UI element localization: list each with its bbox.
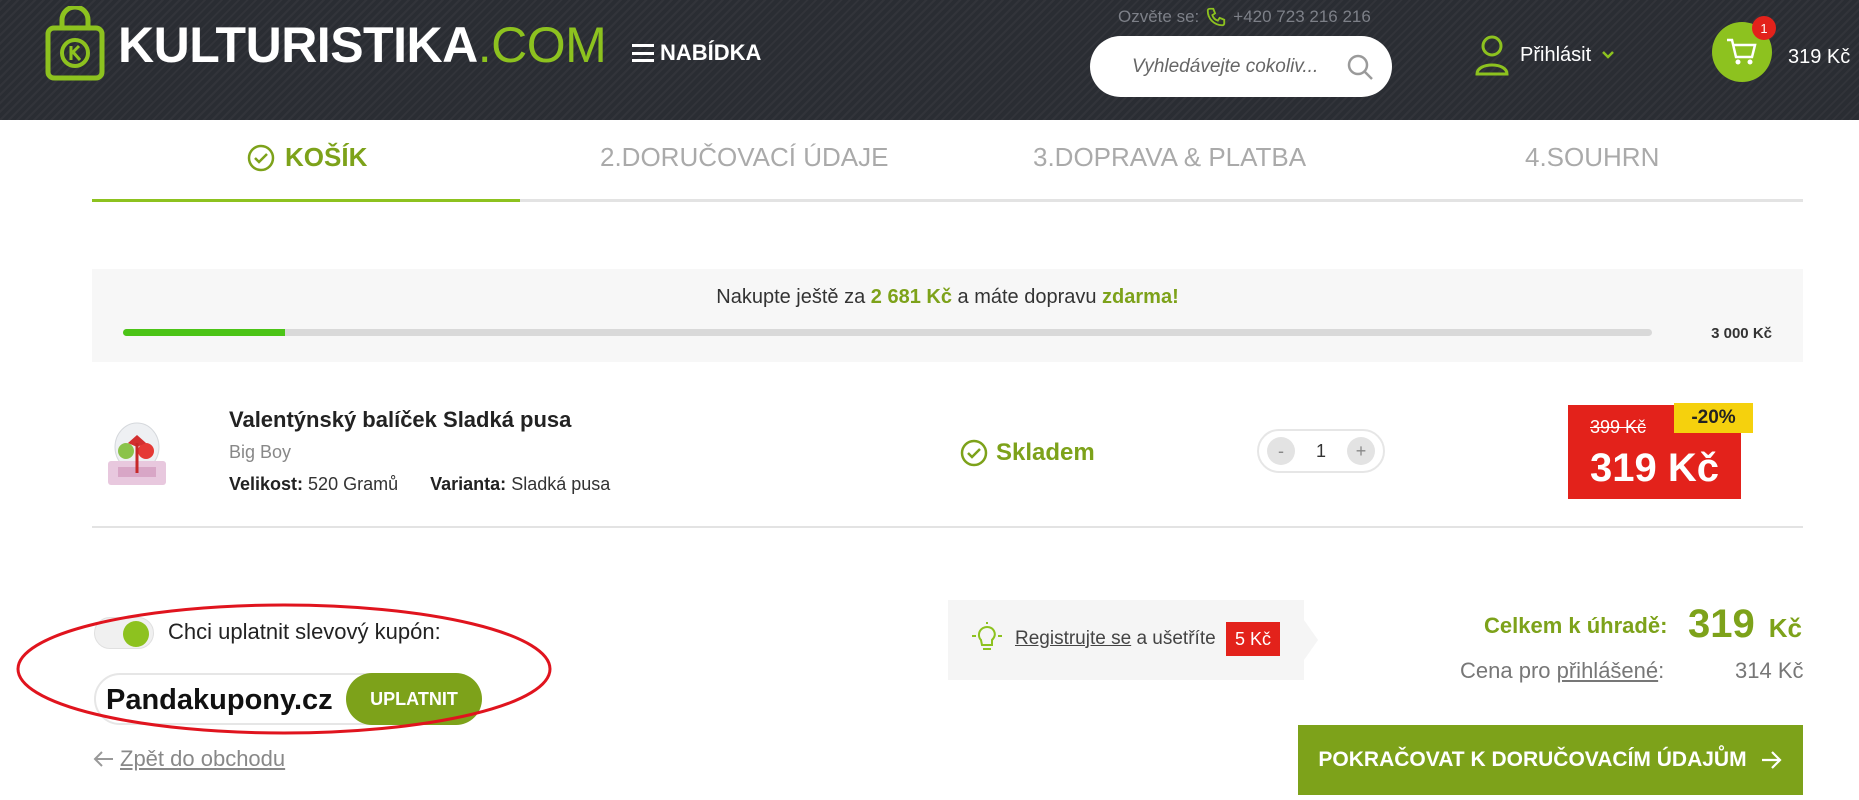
register-hint: Registrujte se a ušetříte 5 Kč bbox=[948, 600, 1304, 680]
cart-icon bbox=[1727, 38, 1757, 65]
total-amount: 319 Kč bbox=[1688, 602, 1802, 646]
search-input[interactable] bbox=[1132, 55, 1332, 78]
check-circle-icon bbox=[247, 144, 275, 171]
check-circle-icon bbox=[960, 439, 988, 467]
register-hint-pointer bbox=[1304, 620, 1318, 660]
sale-price: 319 Kč bbox=[1590, 446, 1719, 490]
arrow-left-icon bbox=[93, 751, 113, 767]
arrow-right-icon bbox=[1761, 751, 1782, 769]
search-box bbox=[1090, 36, 1392, 97]
step-cart[interactable]: KOŠÍK bbox=[247, 142, 367, 173]
product-brand: Big Boy bbox=[229, 442, 292, 462]
continue-to-delivery-button[interactable]: POKRAČOVAT K DORUČOVACÍM ÚDAJŮM bbox=[1298, 725, 1803, 795]
quantity-stepper: - 1 + bbox=[1257, 429, 1385, 473]
original-price: 399 Kč bbox=[1590, 417, 1647, 437]
product-attributes: Velikost: 520 Gramů Varianta: Sladká pus… bbox=[229, 474, 610, 495]
total-label: Celkem k úhradě: bbox=[1484, 613, 1668, 638]
login-label: Přihlásit bbox=[1520, 43, 1592, 66]
search-icon[interactable] bbox=[1346, 53, 1374, 81]
logged-in-link[interactable]: přihlášené bbox=[1557, 658, 1659, 683]
active-step-underline bbox=[92, 199, 520, 202]
register-link[interactable]: Registrujte se bbox=[1015, 628, 1131, 649]
cart-count-badge: 1 bbox=[1752, 16, 1776, 40]
step-shipping-payment[interactable]: 3.DOPRAVA & PLATBA bbox=[1033, 142, 1306, 173]
free-shipping-threshold: 3 000 Kč bbox=[1711, 325, 1772, 342]
free-shipping-panel: Nakupte ještě za 2 681 Kč a máte dopravu… bbox=[92, 269, 1803, 362]
register-text: Registrujte se a ušetříte bbox=[1015, 628, 1216, 649]
phone-contact: Ozvěte se: +420 723 216 216 bbox=[1118, 6, 1371, 28]
lightbulb-icon bbox=[972, 622, 1002, 650]
register-saving-badge: 5 Kč bbox=[1226, 622, 1280, 656]
chevron-down-icon bbox=[1602, 51, 1615, 59]
size-label: Velikost: bbox=[229, 474, 304, 494]
variant-label: Varianta: bbox=[430, 474, 507, 494]
free-shipping-progress bbox=[123, 329, 1652, 336]
product-name[interactable]: Valentýnský balíček Sladká pusa bbox=[229, 407, 571, 433]
site-logo[interactable]: KULTURISTIKA.COM bbox=[118, 16, 607, 74]
phone-number[interactable]: +420 723 216 216 bbox=[1233, 7, 1371, 27]
quantity-increase-button[interactable]: + bbox=[1346, 437, 1375, 465]
back-link-label: Zpět do obchodu bbox=[120, 746, 286, 771]
shopping-bag-logo-icon[interactable] bbox=[44, 6, 106, 82]
site-header: KULTURISTIKA.COM NABÍDKA Ozvěte se: +420… bbox=[0, 0, 1859, 120]
step-summary[interactable]: 4.SOUHRN bbox=[1525, 142, 1659, 173]
logged-price-label: Cena pro přihlášené: bbox=[1460, 658, 1665, 683]
quantity-decrease-button[interactable]: - bbox=[1267, 437, 1295, 465]
variant-value: Sladká pusa bbox=[511, 474, 611, 494]
cart-item: Valentýnský balíček Sladká pusa Big Boy … bbox=[92, 395, 1803, 528]
login-button[interactable]: Přihlásit bbox=[1474, 34, 1615, 76]
phone-icon bbox=[1207, 7, 1226, 27]
phone-prefix: Ozvěte se: bbox=[1118, 7, 1200, 26]
continue-label: POKRAČOVAT K DORUČOVACÍM ÚDAJŮM bbox=[1318, 748, 1747, 771]
annotation-ellipse bbox=[16, 603, 552, 735]
menu-label: NABÍDKA bbox=[660, 40, 762, 65]
step-delivery[interactable]: 2.DORUČOVACÍ ÚDAJE bbox=[600, 142, 888, 173]
size-value: 520 Gramů bbox=[308, 474, 399, 494]
back-to-shop-link[interactable]: Zpět do obchodu bbox=[92, 746, 285, 772]
product-image[interactable] bbox=[100, 413, 174, 491]
menu-icon bbox=[632, 44, 654, 62]
stock-status: Skladem bbox=[960, 439, 1095, 467]
menu-button[interactable]: NABÍDKA bbox=[632, 40, 761, 66]
discount-badge: -20% bbox=[1674, 403, 1753, 433]
free-shipping-message: Nakupte ještě za 2 681 Kč a máte dopravu… bbox=[716, 286, 1179, 308]
stock-label: Skladem bbox=[996, 439, 1095, 466]
progress-fill bbox=[123, 329, 286, 336]
quantity-value[interactable]: 1 bbox=[1316, 441, 1326, 462]
step-cart-label: KOŠÍK bbox=[285, 142, 368, 172]
user-icon bbox=[1475, 35, 1509, 76]
cart-total[interactable]: 319 Kč bbox=[1788, 46, 1850, 69]
checkout-steps: KOŠÍK 2.DORUČOVACÍ ÚDAJE 3.DOPRAVA & PLA… bbox=[92, 120, 1803, 202]
logged-price-value: 314 Kč bbox=[1735, 658, 1804, 683]
